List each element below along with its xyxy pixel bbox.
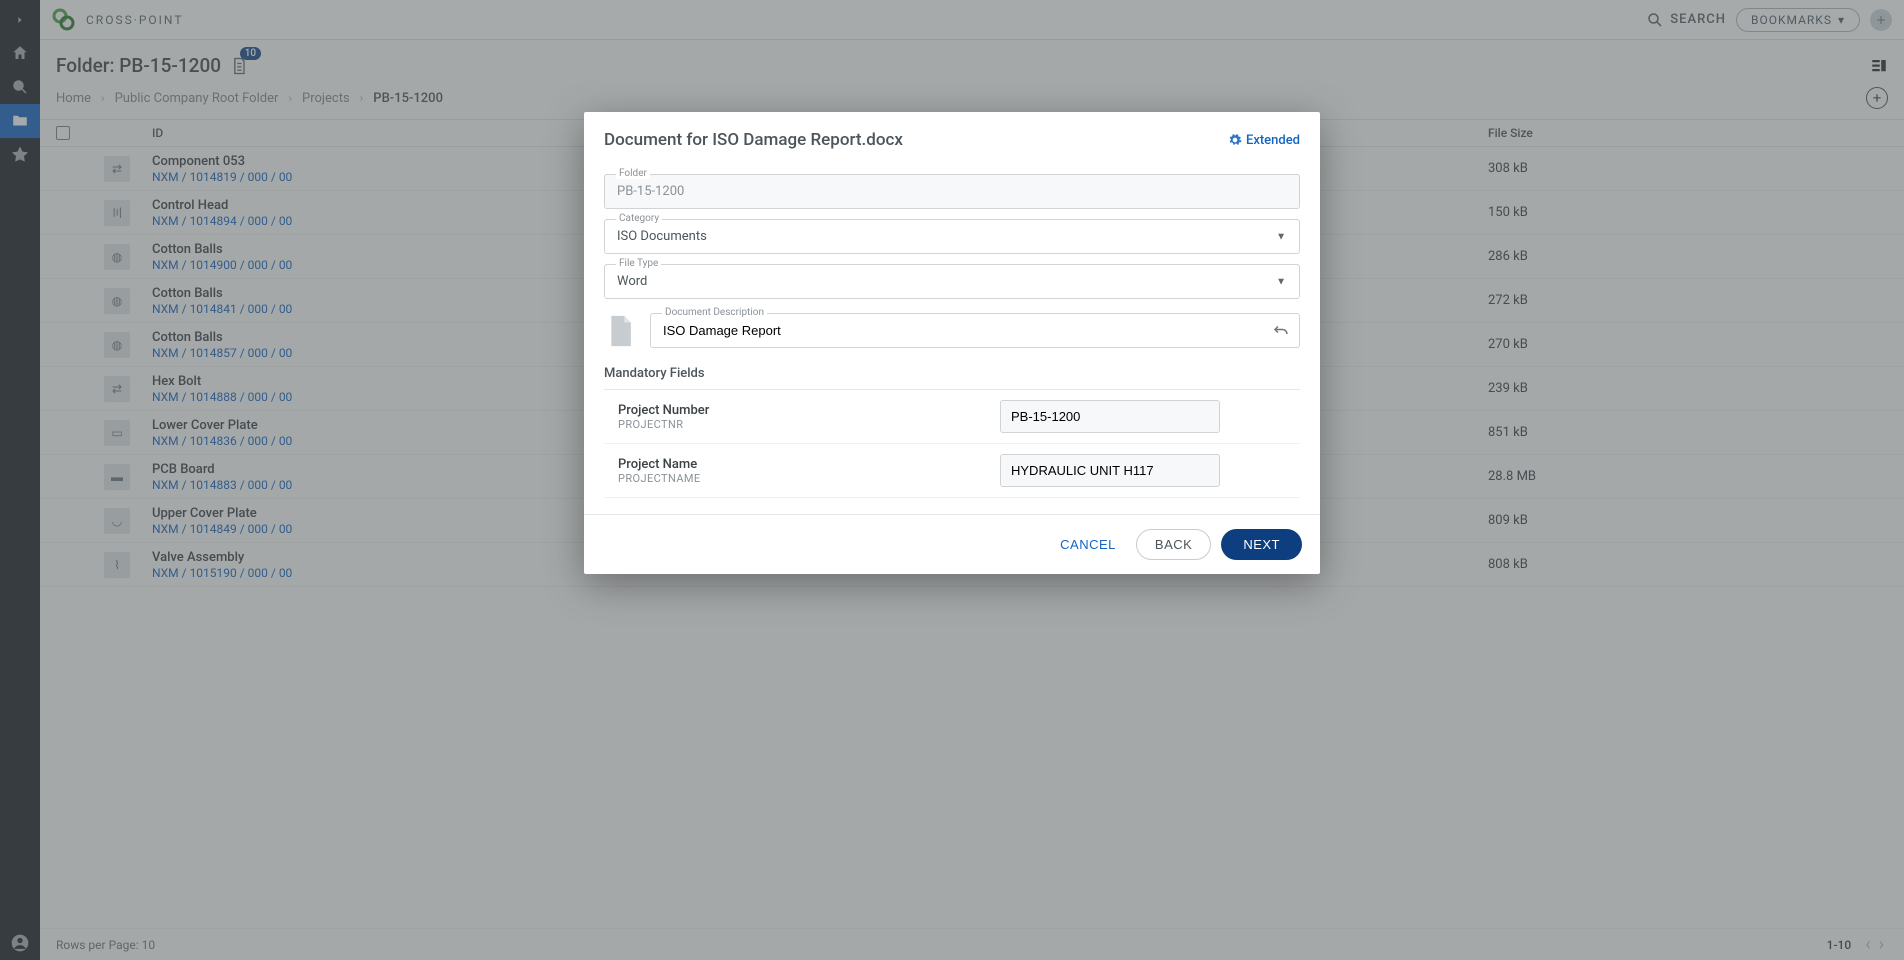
mandatory-input[interactable]	[1000, 454, 1220, 487]
description-field: Document Description	[650, 313, 1300, 348]
back-button[interactable]: BACK	[1136, 529, 1211, 560]
undo-icon	[1272, 322, 1290, 340]
extended-button[interactable]: Extended	[1228, 133, 1300, 148]
modal-overlay[interactable]: Document for ISO Damage Report.docx Exte…	[0, 0, 1904, 960]
folder-field-label: Folder	[616, 168, 650, 179]
mandatory-sublabel: PROJECTNR	[618, 418, 980, 431]
mandatory-heading: Mandatory Fields	[604, 366, 1300, 390]
cancel-button[interactable]: CANCEL	[1050, 531, 1126, 558]
folder-field: Folder PB-15-1200	[604, 174, 1300, 209]
category-field-label: Category	[616, 213, 662, 224]
description-input[interactable]	[650, 313, 1300, 348]
category-select[interactable]: ISO Documents	[604, 219, 1300, 254]
file-type-select[interactable]: Word	[604, 264, 1300, 299]
document-modal: Document for ISO Damage Report.docx Exte…	[584, 112, 1320, 574]
mandatory-label: Project Name	[618, 457, 980, 472]
category-field[interactable]: Category ISO Documents ▼	[604, 219, 1300, 254]
description-field-label: Document Description	[662, 307, 767, 318]
mandatory-row: Project NamePROJECTNAME	[604, 444, 1300, 498]
undo-button[interactable]	[1272, 322, 1290, 340]
mandatory-label: Project Number	[618, 403, 980, 418]
mandatory-sublabel: PROJECTNAME	[618, 472, 980, 485]
file-type-field-label: File Type	[616, 258, 661, 269]
next-button[interactable]: NEXT	[1221, 529, 1302, 560]
gear-icon	[1228, 133, 1242, 147]
document-icon	[604, 315, 636, 347]
extended-label: Extended	[1246, 133, 1300, 148]
mandatory-row: Project NumberPROJECTNR	[604, 390, 1300, 444]
mandatory-input[interactable]	[1000, 400, 1220, 433]
modal-title: Document for ISO Damage Report.docx	[604, 130, 1228, 150]
file-type-field[interactable]: File Type Word ▼	[604, 264, 1300, 299]
folder-input: PB-15-1200	[604, 174, 1300, 209]
